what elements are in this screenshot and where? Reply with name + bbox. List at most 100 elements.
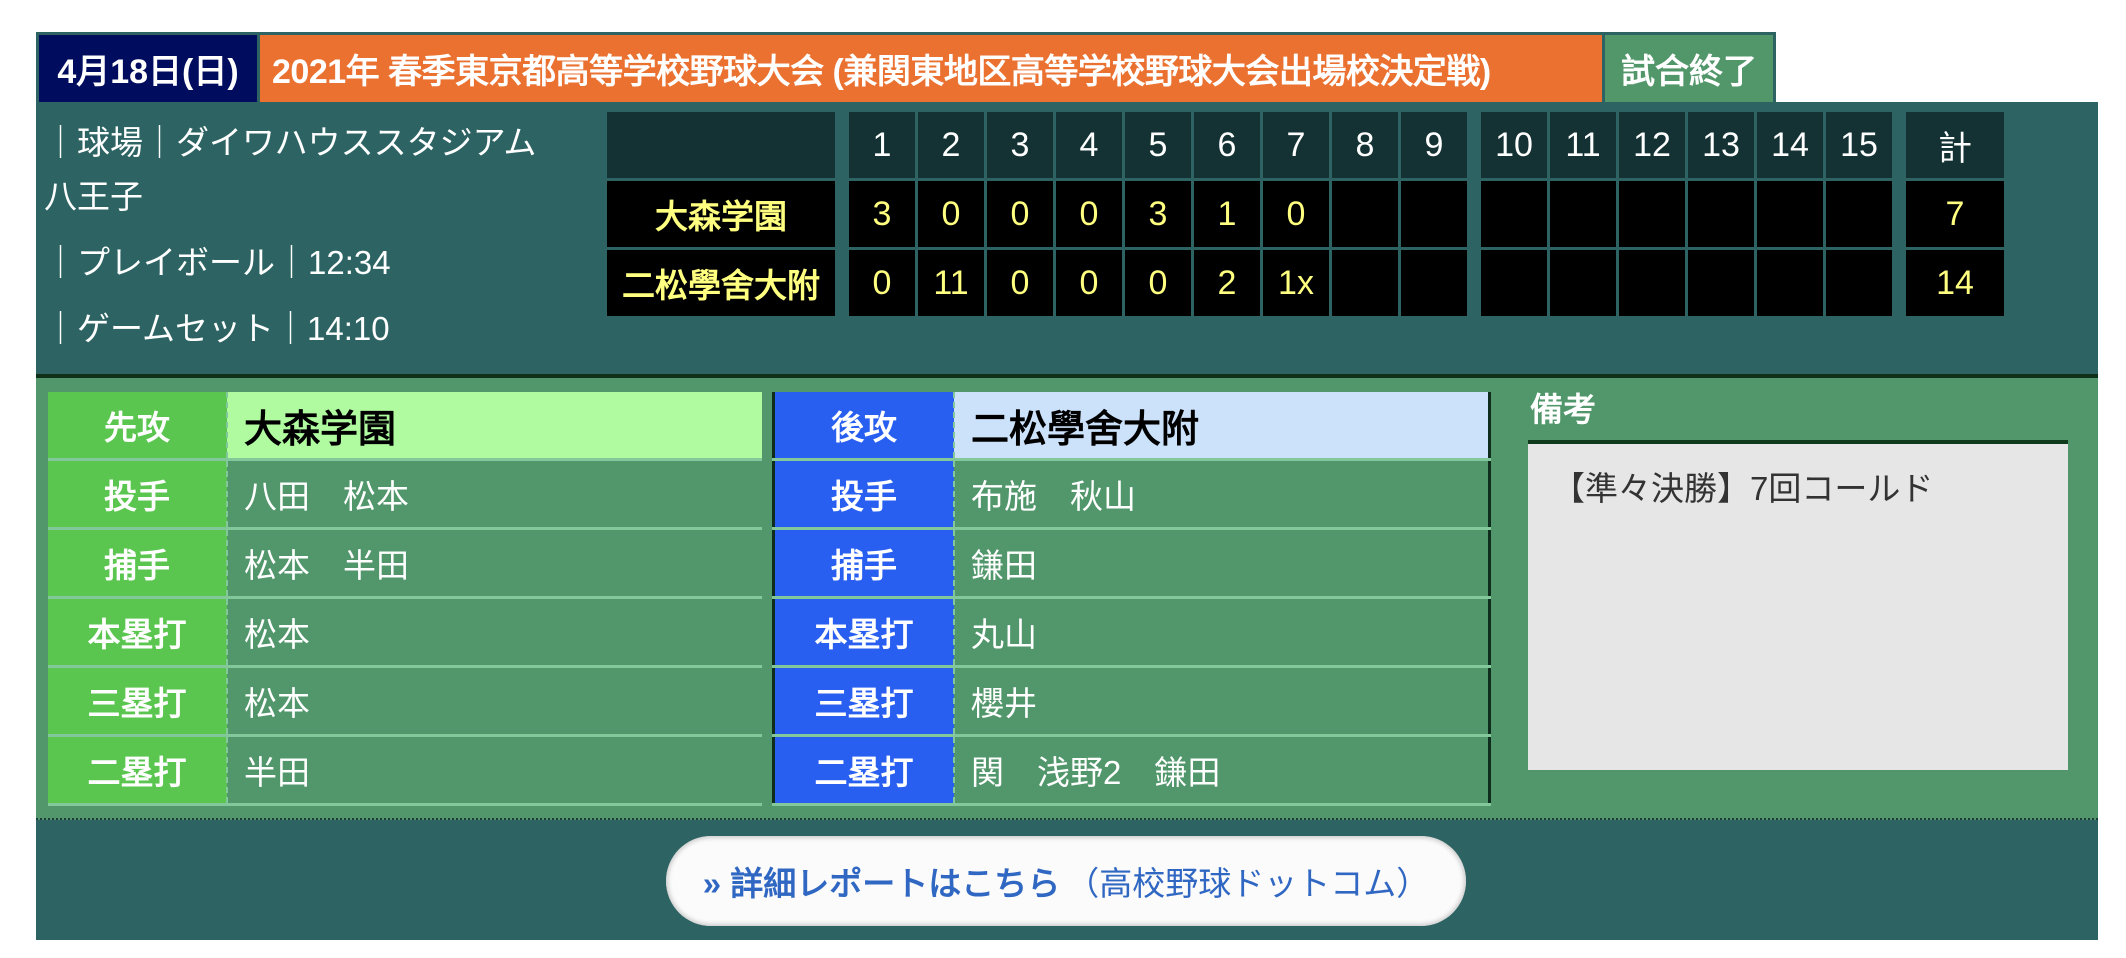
- row-value: 櫻井: [954, 666, 1489, 737]
- row-label: 三塁打: [48, 666, 228, 737]
- inning-header: 8: [1332, 112, 1398, 178]
- notes-body: 【準々決勝】7回コールド: [1528, 440, 2068, 770]
- detail-report-link-label: » 詳細レポートはこちら: [702, 865, 1061, 902]
- lineup-row: 本塁打 松本: [48, 597, 762, 668]
- side-label: 先攻: [48, 392, 228, 461]
- inning-score: [1401, 250, 1467, 316]
- row-label: 捕手: [48, 528, 228, 599]
- away-lineup-table: 後攻 二松學舍大附 投手 布施 秋山 捕手 鎌田 本塁打 丸山 三塁打 櫻井 二…: [772, 392, 1491, 806]
- inning-score: 0: [1056, 250, 1122, 316]
- inning-score: 11: [918, 250, 984, 316]
- lineup-row: 三塁打 櫻井: [773, 666, 1489, 737]
- gameset-time: ｜ゲームセット｜14:10: [44, 310, 390, 347]
- game-status-badge: 試合終了: [1602, 32, 1776, 102]
- team-name: 二松學舍大附: [607, 250, 835, 316]
- row-label: 本塁打: [48, 597, 228, 668]
- row-value: 半田: [227, 735, 762, 806]
- game-summary-panel: ｜球場｜ダイワハウススタジアム 八王子 ｜プレイボール｜12:34 ｜ゲームセッ…: [36, 102, 2098, 378]
- game-date: 4月18日(日): [36, 32, 260, 102]
- row-label: 捕手: [773, 528, 955, 599]
- inning-score: 2: [1194, 250, 1260, 316]
- scoreboard-corner: [607, 112, 835, 178]
- inning-score: 0: [987, 181, 1053, 247]
- game-header: 4月18日(日) 2021年 春季東京都高等学校野球大会 (兼関東地区高等学校野…: [36, 32, 1776, 102]
- inning-score: [1619, 181, 1685, 247]
- notes-box: 備考 【準々決勝】7回コールド: [1528, 392, 2068, 770]
- stadium-label: ｜球場｜ダイワハウススタジアム: [44, 124, 537, 161]
- inning-score: [1688, 181, 1754, 247]
- lineup-row: 投手 八田 松本: [48, 459, 762, 530]
- row-value: 関 浅野2 鎌田: [954, 735, 1489, 806]
- scoreboard-header-row: 1 2 3 4 5 6 7 8 9 10 11 12 13 14 15 計: [607, 112, 2004, 178]
- inning-score: [1550, 250, 1616, 316]
- inning-header: 3: [987, 112, 1053, 178]
- game-info: ｜球場｜ダイワハウススタジアム 八王子 ｜プレイボール｜12:34 ｜ゲームセッ…: [44, 116, 604, 356]
- inning-header: 13: [1688, 112, 1754, 178]
- inning-header: 7: [1263, 112, 1329, 178]
- lineup-row: 本塁打 丸山: [773, 597, 1489, 668]
- inning-score: [1332, 181, 1398, 247]
- row-label: 二塁打: [773, 735, 955, 806]
- inning-score: 3: [849, 181, 915, 247]
- inning-score: 0: [1056, 181, 1122, 247]
- scoreboard-team-row: 二松學舍大附 0 11 0 0 0 2 1x 14: [607, 250, 2004, 316]
- inning-score: 1: [1194, 181, 1260, 247]
- row-value: 松本: [227, 597, 762, 668]
- inning-score: [1550, 181, 1616, 247]
- inning-header: 12: [1619, 112, 1685, 178]
- inning-score: [1619, 250, 1685, 316]
- inning-score: [1481, 250, 1547, 316]
- total-score: 14: [1906, 250, 2004, 316]
- inning-score: [1688, 250, 1754, 316]
- lineup-row: 二塁打 半田: [48, 735, 762, 806]
- inning-score: 1x: [1263, 250, 1329, 316]
- row-label: 投手: [48, 459, 228, 530]
- inning-score: [1757, 250, 1823, 316]
- inning-score: [1481, 181, 1547, 247]
- inning-header: 4: [1056, 112, 1122, 178]
- inning-header: 5: [1125, 112, 1191, 178]
- lineup-row: 二塁打 関 浅野2 鎌田: [773, 735, 1489, 806]
- inning-score: 0: [987, 250, 1053, 316]
- team-name: 二松學舍大附: [954, 392, 1489, 461]
- inning-score: 3: [1125, 181, 1191, 247]
- lineup-row: 捕手 松本 半田: [48, 528, 762, 599]
- lineup-row: 投手 布施 秋山: [773, 459, 1489, 530]
- row-value: 松本 半田: [227, 528, 762, 599]
- row-value: 八田 松本: [227, 459, 762, 530]
- inning-header: 15: [1826, 112, 1892, 178]
- stadium-name-cont: 八王子: [44, 178, 143, 215]
- side-label: 後攻: [773, 392, 955, 461]
- inning-score: [1826, 250, 1892, 316]
- inning-header: 11: [1550, 112, 1616, 178]
- inning-score: [1757, 181, 1823, 247]
- row-label: 二塁打: [48, 735, 228, 806]
- scoreboard-team-row: 大森学園 3 0 0 0 3 1 0 7: [607, 181, 2004, 247]
- row-value: 松本: [227, 666, 762, 737]
- inning-header: 2: [918, 112, 984, 178]
- lineup-row: 捕手 鎌田: [773, 528, 1489, 599]
- tournament-title: 2021年 春季東京都高等学校野球大会 (兼関東地区高等学校野球大会出場校決定戦…: [260, 32, 1602, 102]
- inning-score: [1826, 181, 1892, 247]
- total-header: 計: [1906, 112, 2004, 178]
- team-row: 先攻 大森学園: [48, 392, 762, 461]
- lineup-panel: 先攻 大森学園 投手 八田 松本 捕手 松本 半田 本塁打 松本 三塁打 松本 …: [36, 378, 2098, 820]
- inning-header: 14: [1757, 112, 1823, 178]
- total-score: 7: [1906, 181, 2004, 247]
- team-row: 後攻 二松學舍大附: [773, 392, 1489, 461]
- scoreboard: 1 2 3 4 5 6 7 8 9 10 11 12 13 14 15 計 大森…: [604, 109, 2007, 319]
- inning-score: [1401, 181, 1467, 247]
- detail-report-link[interactable]: » 詳細レポートはこちら （高校野球ドットコム）: [666, 836, 1466, 926]
- team-name: 大森学園: [227, 392, 762, 461]
- inning-score: 0: [1263, 181, 1329, 247]
- playball-time: ｜プレイボール｜12:34: [44, 244, 391, 281]
- inning-score: 0: [918, 181, 984, 247]
- inning-score: 0: [849, 250, 915, 316]
- inning-header: 9: [1401, 112, 1467, 178]
- inning-score: 0: [1125, 250, 1191, 316]
- inning-header: 1: [849, 112, 915, 178]
- inning-score: [1332, 250, 1398, 316]
- lineup-row: 三塁打 松本: [48, 666, 762, 737]
- row-value: 丸山: [954, 597, 1489, 668]
- row-label: 三塁打: [773, 666, 955, 737]
